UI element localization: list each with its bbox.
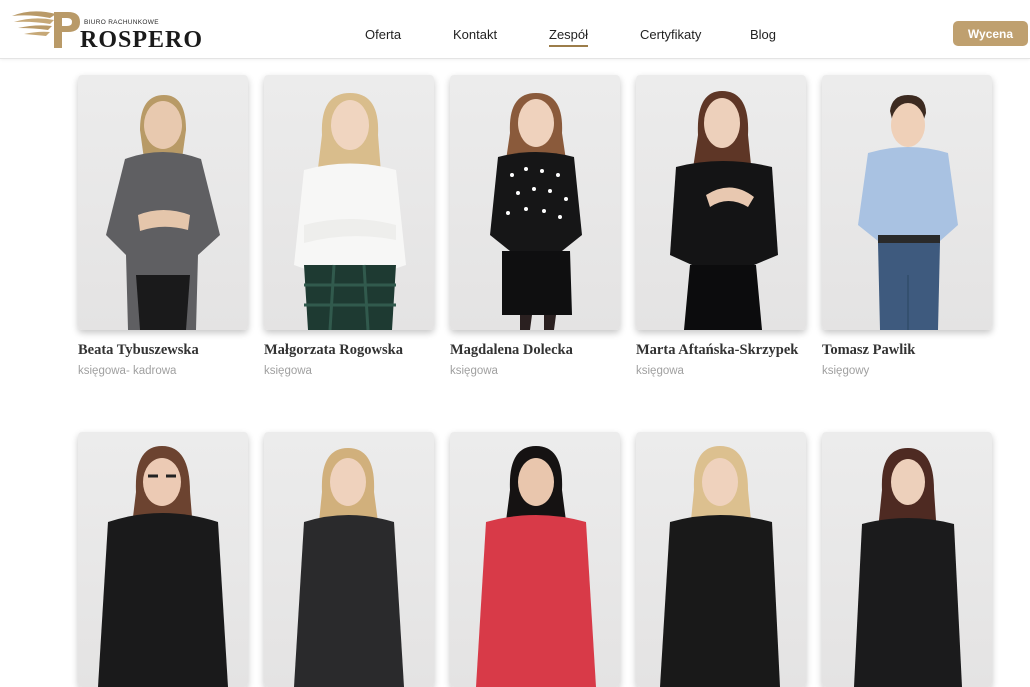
member-name: Małgorzata Rogowska <box>264 342 403 358</box>
team-photo <box>822 75 992 330</box>
team-photo <box>264 432 434 687</box>
quote-button[interactable]: Wycena <box>953 21 1028 46</box>
site-header: BIURO RACHUNKOWE ROSPERO Oferta Kontakt … <box>0 0 1030 59</box>
team-photo <box>78 75 248 330</box>
nav-item-certyfikaty[interactable]: Certyfikaty <box>640 27 701 42</box>
member-name: Magdalena Dolecka <box>450 342 573 358</box>
team-photo <box>636 75 806 330</box>
member-name: Marta Aftańska-Skrzypek <box>636 342 799 358</box>
team-photo <box>450 432 620 687</box>
member-role: księgowy <box>822 365 870 377</box>
main-nav: Oferta Kontakt Zespół Certyfikaty Blog <box>0 0 1030 58</box>
member-name: Beata Tybuszewska <box>78 342 199 358</box>
nav-item-zespol[interactable]: Zespół <box>549 27 589 47</box>
team-photo <box>822 432 992 687</box>
team-photo <box>636 432 806 687</box>
nav-item-oferta[interactable]: Oferta <box>365 27 401 42</box>
member-role: księgowa <box>636 365 684 377</box>
team-photo <box>264 75 434 330</box>
member-name: Tomasz Pawlik <box>822 342 916 358</box>
nav-item-kontakt[interactable]: Kontakt <box>453 27 497 42</box>
team-photo <box>78 432 248 687</box>
nav-item-blog[interactable]: Blog <box>750 27 776 42</box>
team-photo <box>450 75 620 330</box>
member-role: księgowa <box>264 365 312 377</box>
member-role: księgowa <box>450 365 498 377</box>
member-role: księgowa- kadrowa <box>78 365 177 377</box>
